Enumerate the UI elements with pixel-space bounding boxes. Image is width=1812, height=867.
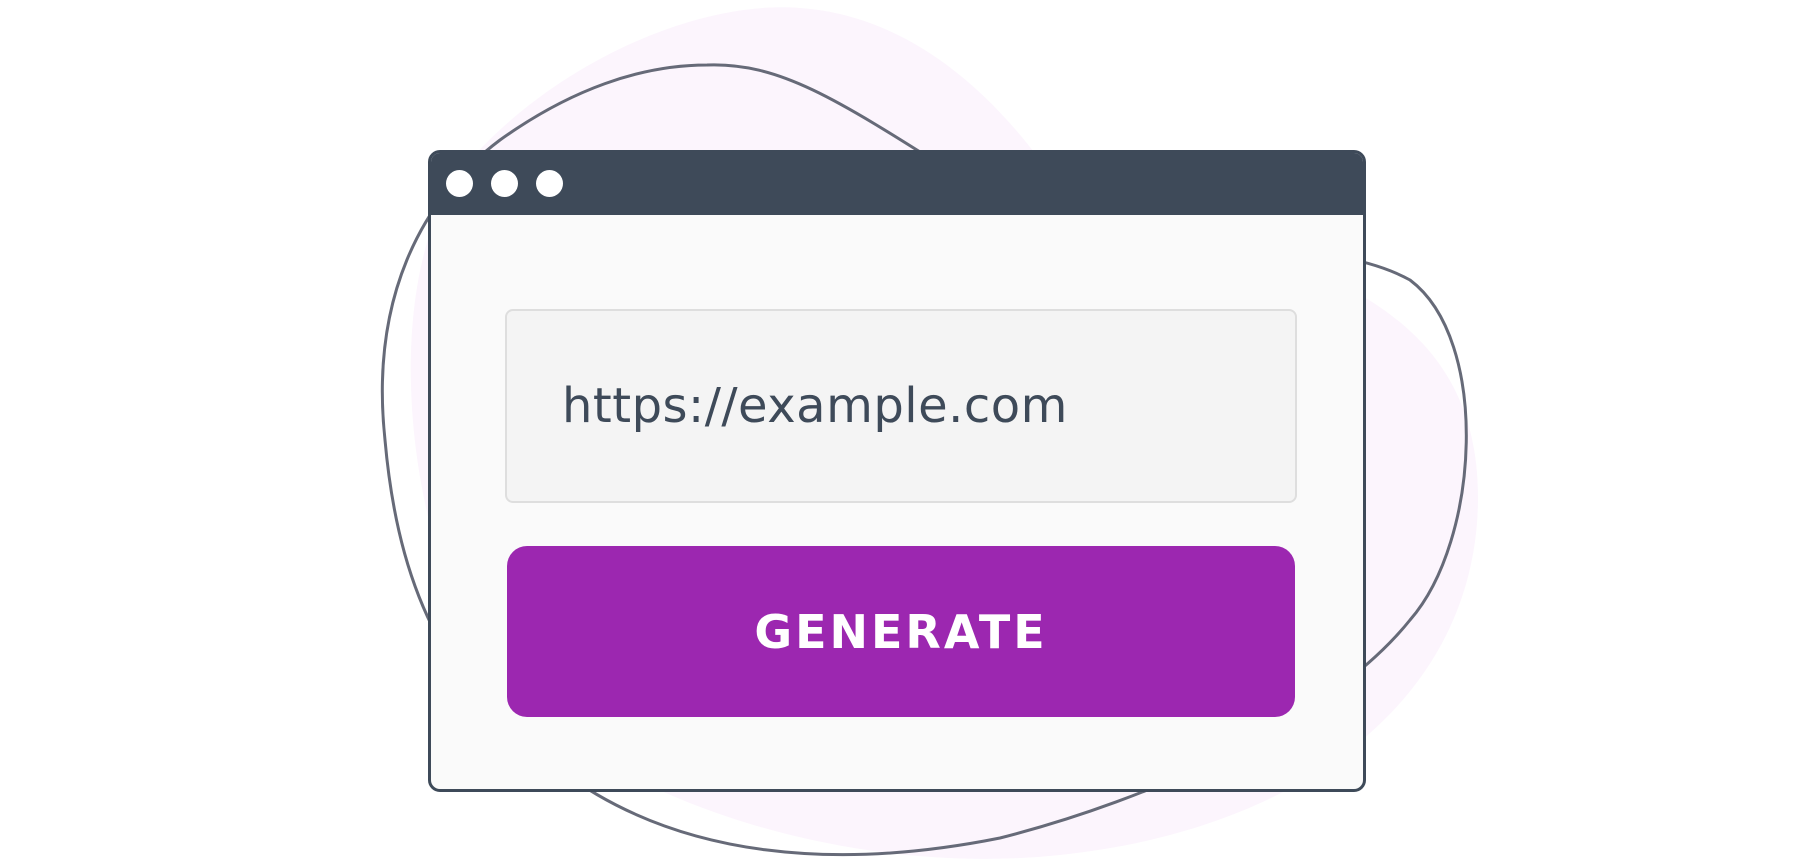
window-titlebar: [431, 153, 1363, 215]
url-input-value: https://example.com: [562, 378, 1068, 434]
window-control-dot-icon[interactable]: [536, 170, 563, 197]
browser-window: https://example.com GENERATE: [428, 150, 1366, 792]
url-input[interactable]: https://example.com: [505, 309, 1297, 503]
window-control-dot-icon[interactable]: [491, 170, 518, 197]
generate-button-label: GENERATE: [754, 604, 1048, 659]
window-control-dot-icon[interactable]: [446, 170, 473, 197]
illustration: https://example.com GENERATE: [0, 0, 1812, 867]
generate-button[interactable]: GENERATE: [507, 546, 1295, 717]
